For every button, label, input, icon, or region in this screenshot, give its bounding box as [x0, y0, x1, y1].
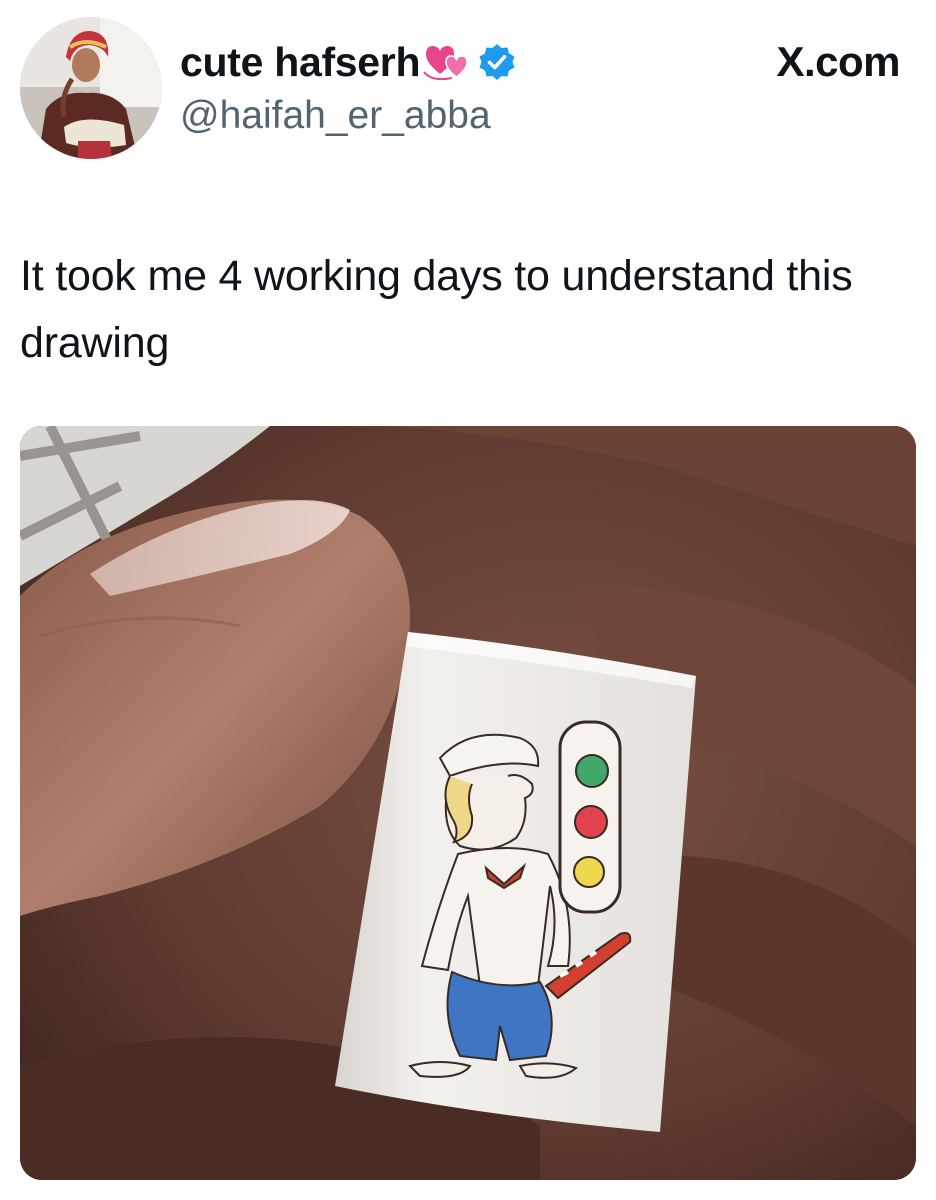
verified-badge-icon[interactable] — [478, 43, 516, 81]
user-handle[interactable]: @haifah_er_abba — [180, 92, 516, 140]
avatar-photo — [20, 17, 162, 159]
tweet-text: It took me 4 working days to understand … — [20, 252, 853, 367]
tweet-image[interactable] — [20, 426, 916, 1180]
profile-avatar[interactable] — [20, 17, 162, 159]
x-com-logo: X.com — [776, 38, 900, 85]
display-name[interactable]: cute hafserh — [180, 38, 421, 86]
eraser-photo — [20, 426, 916, 1180]
user-info: cute hafserh @haifah_er_abba — [180, 38, 516, 140]
name-row: cute hafserh — [180, 38, 516, 86]
revolving-hearts-icon — [422, 42, 468, 82]
